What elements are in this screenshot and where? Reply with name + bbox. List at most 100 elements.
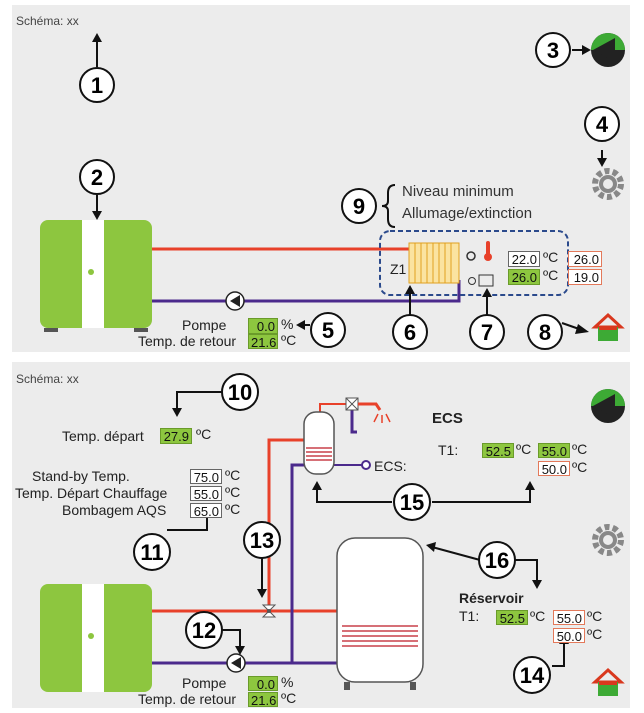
ecs-t1-set2-unit: ºC xyxy=(572,459,588,475)
ecs-t1-set-unit: ºC xyxy=(572,441,588,457)
svg-text:3: 3 xyxy=(547,38,559,63)
res-t1-set-unit: ºC xyxy=(587,608,603,624)
pompe-value: 0.0 xyxy=(248,676,278,692)
ecs-t1-value: 52.5 xyxy=(482,443,514,459)
depart-chauffage-label: Temp. Départ Chauffage xyxy=(15,485,168,501)
svg-text:9: 9 xyxy=(353,194,365,219)
callout-14: 14 xyxy=(513,656,551,694)
res-t1-set2[interactable]: 50.0 xyxy=(553,628,585,644)
home-icon[interactable] xyxy=(591,312,625,341)
standby-value[interactable]: 75.0 xyxy=(190,469,222,485)
gear-icon[interactable] xyxy=(592,168,624,200)
callout-4: 4 xyxy=(584,106,620,142)
callout-13: 13 xyxy=(243,521,281,559)
pompe-unit: % xyxy=(281,674,294,690)
res-t1-set2-unit: ºC xyxy=(587,626,603,642)
callout-7: 7 xyxy=(469,314,505,350)
boiler[interactable] xyxy=(40,220,152,332)
callout-3: 3 xyxy=(535,32,571,68)
res-t1-set[interactable]: 55.0 xyxy=(553,610,585,626)
svg-text:10: 10 xyxy=(228,380,252,405)
svg-text:1: 1 xyxy=(91,73,103,98)
pump-icon[interactable] xyxy=(226,653,246,673)
callout-9: 9 xyxy=(341,188,377,224)
bombagem-unit: ºC xyxy=(225,501,241,517)
retour-value: 21.6 xyxy=(248,692,278,708)
schema-label: Schéma: xx xyxy=(16,372,79,386)
svg-text:8: 8 xyxy=(539,320,551,345)
pompe-label: Pompe xyxy=(182,317,227,333)
svg-text:16: 16 xyxy=(485,548,509,573)
diagram-bottom-graphics: 10 11 12 13 14 15 16 xyxy=(40,373,625,696)
callout-6: 6 xyxy=(392,314,428,350)
callout-12: 12 xyxy=(185,611,223,649)
valve-icon[interactable] xyxy=(345,397,359,411)
svg-text:12: 12 xyxy=(192,618,216,643)
svg-text:7: 7 xyxy=(481,320,493,345)
diagram-top-graphics: 1 2 3 4 5 6 7 8 9 xyxy=(40,32,625,350)
depart-chauffage-unit: ºC xyxy=(225,484,241,500)
ecs-title: ECS xyxy=(432,410,463,427)
depart-unit: ºC xyxy=(196,426,212,442)
callout-15: 15 xyxy=(393,483,431,521)
svg-text:2: 2 xyxy=(91,165,103,190)
standby-label: Stand-by Temp. xyxy=(32,468,130,484)
ecs-t1-set[interactable]: 55.0 xyxy=(538,443,570,459)
gear-icon[interactable] xyxy=(592,524,624,556)
res-t1-unit: ºC xyxy=(530,608,546,624)
shower-icon xyxy=(358,402,391,423)
zone-label: Z1 xyxy=(390,261,407,277)
thermostat-icon[interactable] xyxy=(468,274,494,287)
bombagem-value[interactable]: 65.0 xyxy=(190,503,222,519)
pump-icon[interactable] xyxy=(225,291,245,311)
reservoir-tank[interactable] xyxy=(336,537,424,690)
retour-unit: ºC xyxy=(281,332,297,348)
svg-text:14: 14 xyxy=(520,663,545,688)
diagram-panel-top: 1 2 3 4 5 6 7 8 9 Schéma: xx Niveau mini… xyxy=(12,5,630,352)
res-t1-value: 52.5 xyxy=(496,610,528,626)
standby-unit: ºC xyxy=(225,467,241,483)
zone-temp-2-extra[interactable]: 19.0 xyxy=(568,269,602,285)
schema-label: Schéma: xx xyxy=(16,14,79,28)
pompe-unit: % xyxy=(281,316,294,332)
callout-16: 16 xyxy=(478,541,516,579)
callout-8: 8 xyxy=(527,314,563,350)
callout-10: 10 xyxy=(221,373,259,411)
ecs-t1-set2[interactable]: 50.0 xyxy=(538,461,570,477)
zone-temp-1[interactable]: 22.0 xyxy=(508,251,540,267)
pompe-value: 0.0 xyxy=(248,318,278,334)
ecs-t1-label: T1: xyxy=(438,442,459,458)
allumage-label: Allumage/extinction xyxy=(402,205,533,222)
svg-text:6: 6 xyxy=(404,320,416,345)
callout-2: 2 xyxy=(79,159,115,195)
depart-chauffage-value[interactable]: 55.0 xyxy=(190,486,222,502)
zone-temp-2[interactable]: 26.0 xyxy=(508,269,540,285)
depart-label: Temp. départ xyxy=(62,428,144,444)
retour-value: 21.6 xyxy=(248,334,278,350)
home-icon[interactable] xyxy=(591,667,625,696)
thermometer-icon xyxy=(484,241,492,261)
zone-temp-1-extra[interactable]: 26.0 xyxy=(568,251,602,267)
callout-11: 11 xyxy=(133,533,171,571)
res-t1-label: T1: xyxy=(459,608,480,624)
ecs-pipe-label: ECS: xyxy=(374,458,407,474)
ecs-tank[interactable] xyxy=(303,411,335,475)
radiator-icon xyxy=(408,242,460,284)
retour-label: Temp. de retour xyxy=(138,691,237,707)
boiler[interactable] xyxy=(40,584,152,692)
callout-1: 1 xyxy=(79,67,115,103)
diagram-panel-bottom: 10 11 12 13 14 15 16 Schéma: xx Temp. dé… xyxy=(12,362,630,708)
svg-text:15: 15 xyxy=(400,490,424,515)
bombagem-label: Bombagem AQS xyxy=(62,502,167,518)
svg-text:4: 4 xyxy=(596,112,609,137)
callout-5: 5 xyxy=(310,312,346,348)
back-arrow-icon[interactable] xyxy=(591,33,625,67)
pompe-label: Pompe xyxy=(182,675,227,691)
svg-text:13: 13 xyxy=(250,528,274,553)
svg-text:11: 11 xyxy=(140,540,163,565)
zone-temp-1-unit: ºC xyxy=(543,249,559,265)
svg-text:5: 5 xyxy=(322,318,334,343)
depart-value: 27.9 xyxy=(160,428,192,444)
sun-icon xyxy=(466,251,476,261)
back-arrow-icon[interactable] xyxy=(591,389,625,423)
